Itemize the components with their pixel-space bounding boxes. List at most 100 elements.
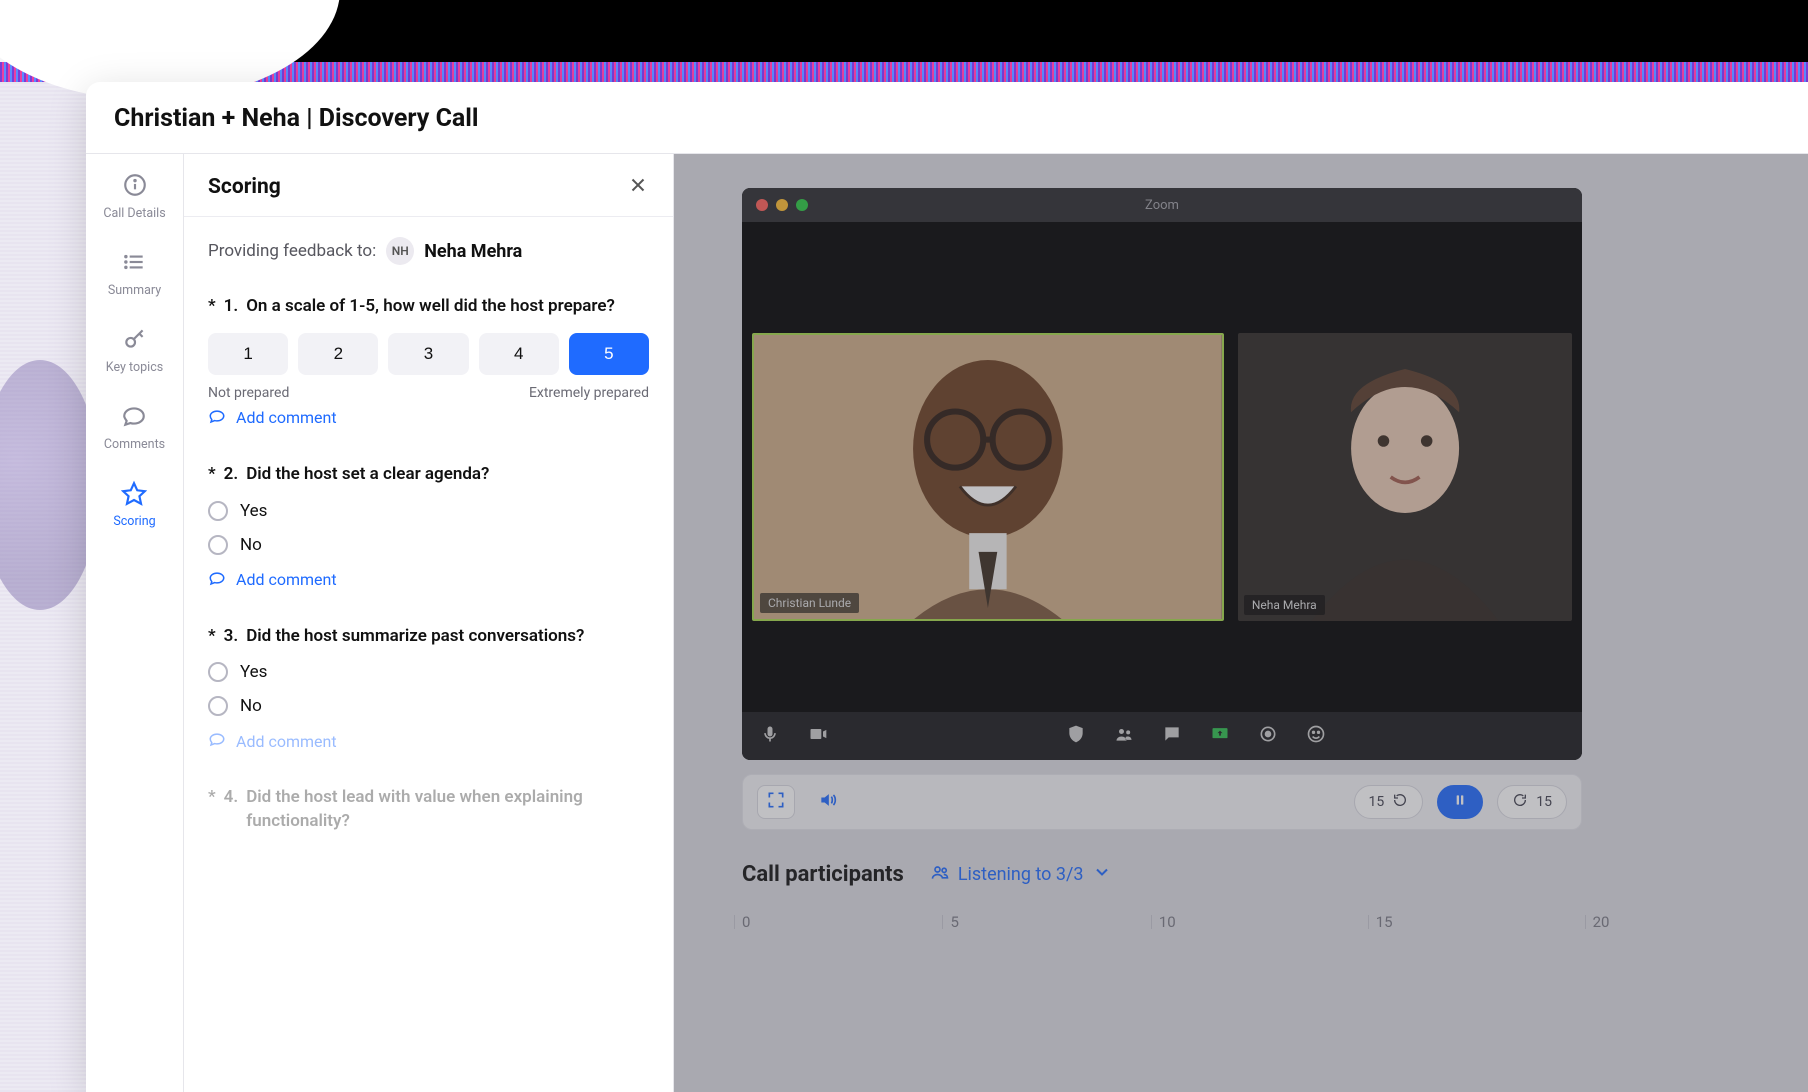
question-4: * 4. Did the host lead with value when e… [208,786,649,834]
avatar: NH [386,237,414,265]
sidebar-item-label: Summary [108,283,161,298]
question-3: * 3. Did the host summarize past convers… [208,625,649,753]
tick-5: 5 [950,913,958,931]
participant-video-neha [1238,333,1572,621]
participants-header: Call participants Listening to 3/3 [742,862,1582,887]
page-title: Christian + Neha | Discovery Call [114,104,1780,133]
skip-back-label: 15 [1369,794,1385,810]
scale-option-2[interactable]: 2 [298,333,378,375]
skip-forward-button[interactable]: 15 [1497,785,1567,819]
scoring-panel: Scoring Providing feedback to: NH Neha M… [184,154,674,1092]
radio-option-yes[interactable]: Yes [208,501,649,521]
chat-icon[interactable] [1162,724,1182,748]
timeline-ticks: 0 5 10 15 20 [742,913,1582,931]
recipient-name: Neha Mehra [424,241,522,262]
scale-option-1[interactable]: 1 [208,333,288,375]
pause-icon [1452,792,1468,812]
scale-option-5[interactable]: 5 [569,333,649,375]
listening-dropdown[interactable]: Listening to 3/3 [930,862,1112,887]
zoom-title: Zoom [1145,198,1179,213]
required-asterisk: * [208,625,216,649]
close-icon [627,181,649,200]
video-icon[interactable] [808,724,828,748]
sidebar-item-comments[interactable]: Comments [104,403,165,452]
call-participants-section: Call participants Listening to 3/3 0 5 1… [742,862,1582,931]
radio-option-yes[interactable]: Yes [208,662,649,682]
window-minimize-icon[interactable] [776,199,788,211]
fullscreen-button[interactable] [757,785,795,819]
radio-option-no[interactable]: No [208,535,649,555]
participant-tile-neha: Neha Mehra [1238,333,1572,621]
zoom-toolbar [742,712,1582,760]
reactions-icon[interactable] [1306,724,1326,748]
sidebar-item-label: Key topics [106,360,163,375]
participant-name-tag: Christian Lunde [760,593,859,613]
fullscreen-icon [766,790,786,814]
radio-icon [208,501,228,521]
listening-label: Listening to 3/3 [958,864,1084,885]
zoom-window: Zoom [742,188,1582,760]
scoring-title: Scoring [208,175,281,199]
scale-high-label: Extremely prepared [529,385,649,401]
skip-back-icon [1392,792,1408,812]
required-asterisk: * [208,786,216,834]
comment-icon [208,730,226,752]
comment-icon [208,407,226,429]
radio-label: No [240,696,262,716]
app-card: Christian + Neha | Discovery Call Call D… [86,82,1808,1092]
skip-back-button[interactable]: 15 [1354,785,1424,819]
radio-icon [208,696,228,716]
add-comment-label: Add comment [236,570,337,589]
sidebar-item-label: Comments [104,437,165,452]
radio-label: No [240,535,262,555]
zoom-toolbar-left [760,724,828,748]
participants-icon[interactable] [1114,724,1134,748]
scale-option-4[interactable]: 4 [479,333,559,375]
scale-low-label: Not prepared [208,385,289,401]
window-maximize-icon[interactable] [796,199,808,211]
radio-label: Yes [240,662,267,682]
tick-20: 20 [1593,913,1610,931]
bg-black-band [280,0,1808,62]
scale-option-3[interactable]: 3 [388,333,468,375]
app-body: Call Details Summary Key topics Comments… [86,154,1808,1092]
question-text-row: * 2. Did the host set a clear agenda? [208,463,649,487]
skip-forward-icon [1512,792,1528,812]
question-text: Did the host summarize past conversation… [246,625,584,649]
list-icon [121,249,147,279]
radio-icon [208,662,228,682]
add-comment-button[interactable]: Add comment [208,730,649,752]
required-asterisk: * [208,295,216,319]
share-screen-icon[interactable] [1210,724,1230,748]
add-comment-button[interactable]: Add comment [208,569,649,591]
add-comment-button[interactable]: Add comment [208,407,649,429]
record-icon[interactable] [1258,724,1278,748]
volume-button[interactable] [809,785,847,819]
participant-name-tag: Neha Mehra [1244,595,1325,615]
scoring-header: Scoring [184,154,673,217]
question-text-row: * 4. Did the host lead with value when e… [208,786,649,834]
question-number: 2. [224,463,239,487]
question-text: Did the host lead with value when explai… [246,786,649,834]
player-bar-right: 15 15 [1354,785,1568,819]
sidebar-item-label: Call Details [103,206,165,221]
window-close-icon[interactable] [756,199,768,211]
shield-icon[interactable] [1066,724,1086,748]
tick-0: 0 [742,913,750,931]
chevron-down-icon [1092,862,1112,887]
microphone-icon[interactable] [760,724,780,748]
question-number: 4. [224,786,239,834]
sidebar-item-key-topics[interactable]: Key topics [106,326,163,375]
radio-option-no[interactable]: No [208,696,649,716]
comment-icon [208,569,226,591]
pause-button[interactable] [1437,785,1483,819]
skip-forward-label: 15 [1536,794,1552,810]
feedback-recipient-row: Providing feedback to: NH Neha Mehra [208,237,649,265]
close-button[interactable] [627,174,649,200]
sidebar-item-summary[interactable]: Summary [108,249,161,298]
sidebar-item-scoring[interactable]: Scoring [113,480,155,529]
question-text-row: * 3. Did the host summarize past convers… [208,625,649,649]
sidebar-item-call-details[interactable]: Call Details [103,172,165,221]
question-1: * 1. On a scale of 1-5, how well did the… [208,295,649,429]
player-bar-left [757,785,847,819]
